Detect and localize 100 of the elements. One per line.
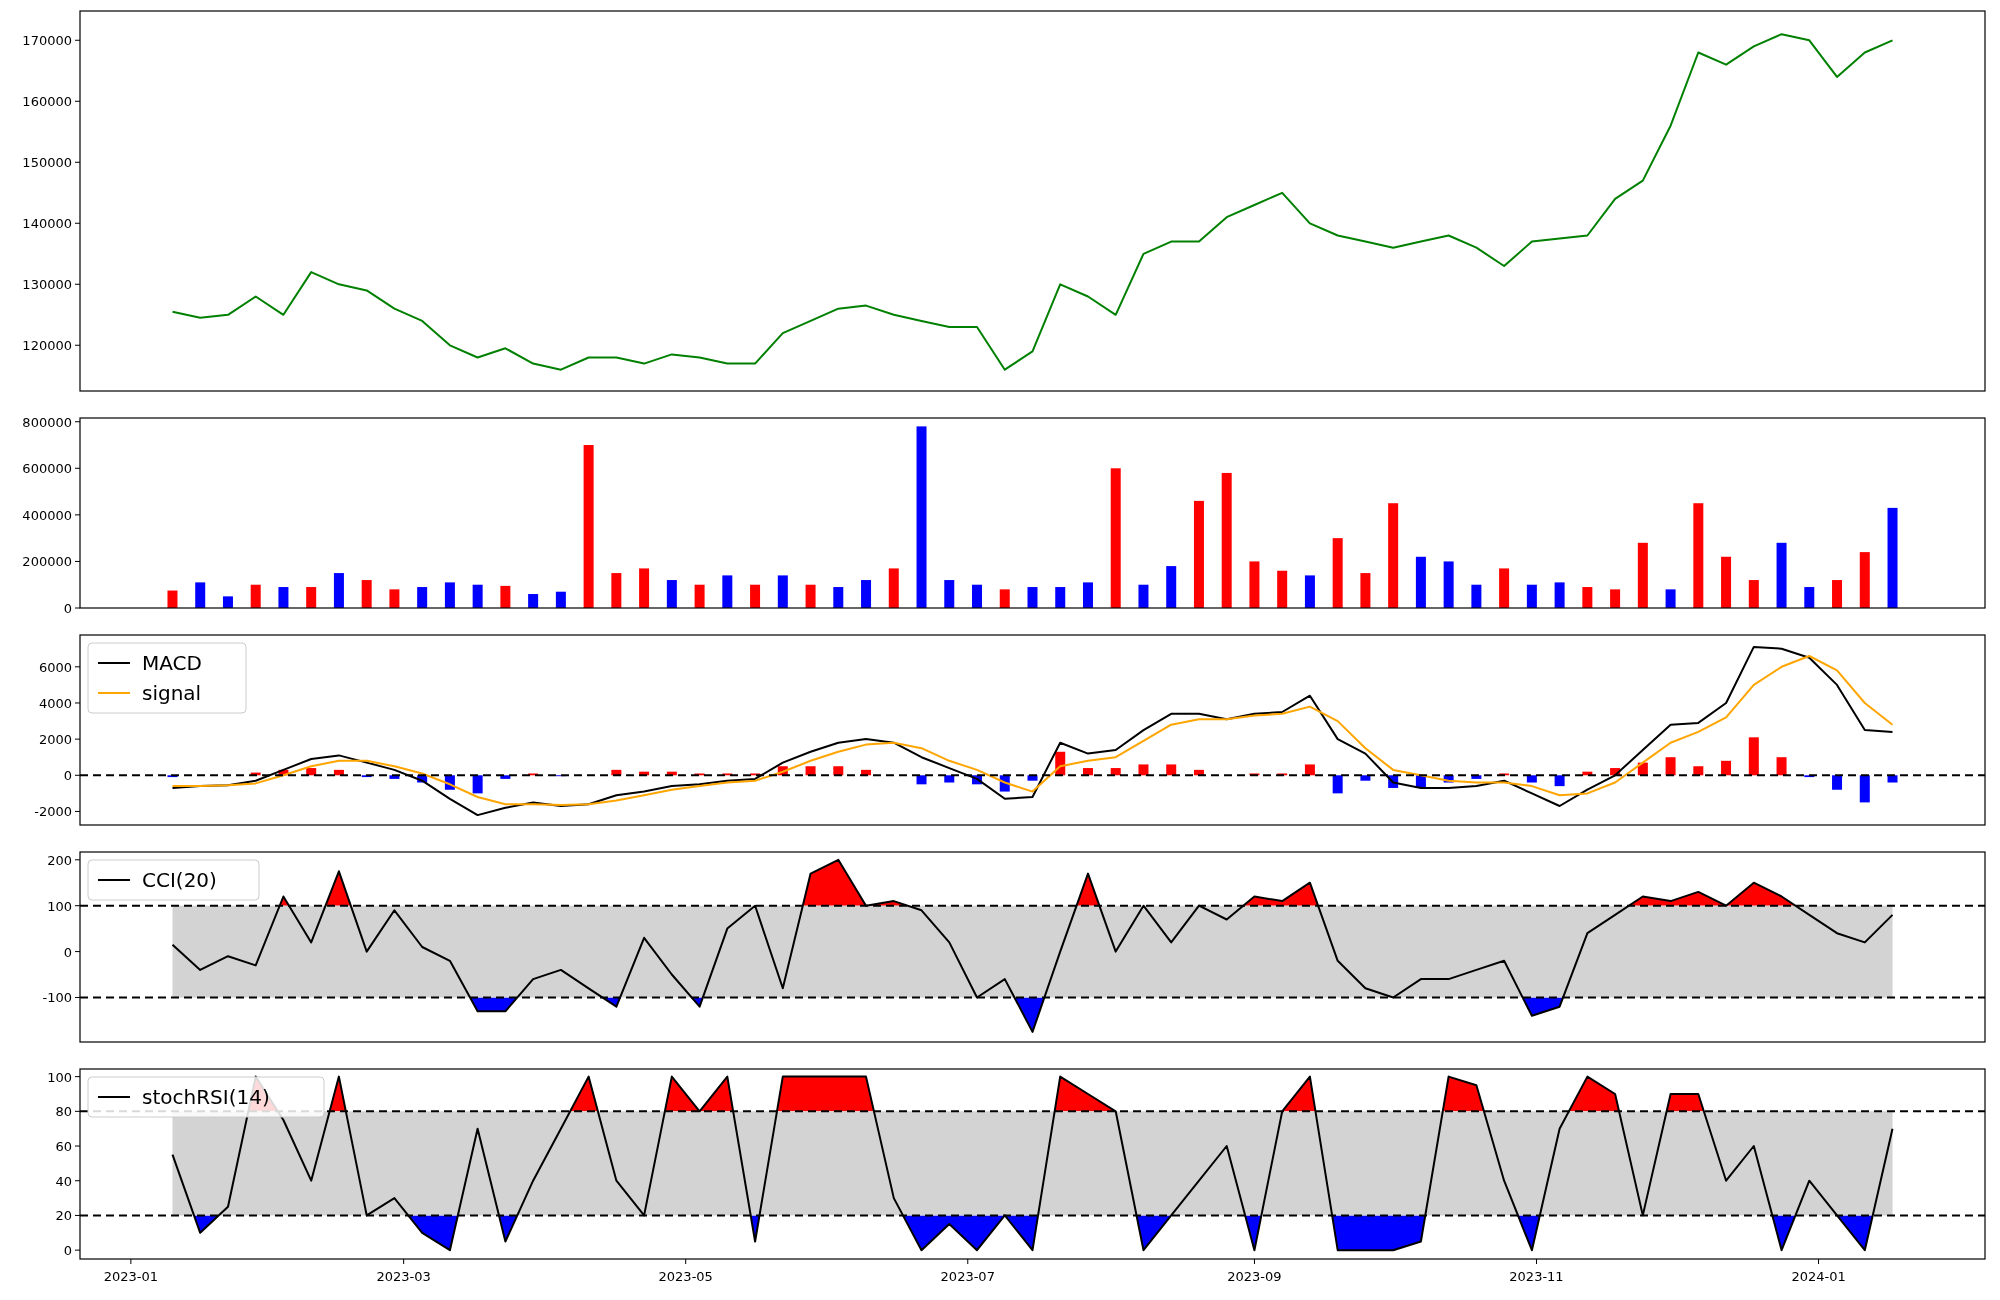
data-bar <box>639 568 650 608</box>
y-tick-label: 0 <box>63 1243 72 1259</box>
data-bar <box>972 775 982 785</box>
data-bar <box>1665 589 1676 608</box>
data-bar <box>694 773 705 776</box>
data-bar <box>1859 775 1870 803</box>
data-bar <box>1110 768 1121 776</box>
data-bar <box>1748 580 1759 608</box>
data-bar <box>666 771 677 776</box>
data-bar <box>1499 773 1510 776</box>
data-bar <box>1832 775 1843 790</box>
y-tick-label: 20 <box>55 1208 72 1224</box>
data-bar <box>1582 771 1593 776</box>
y-tick-label: 2000 <box>38 732 72 748</box>
data-bar <box>1055 587 1066 608</box>
data-bar <box>1304 575 1315 608</box>
y-tick-label: 60 <box>55 1139 72 1155</box>
x-tick-label: 2023-03 <box>376 1269 431 1284</box>
data-bar <box>1582 587 1593 608</box>
data-bar <box>278 769 289 776</box>
data-bar <box>1804 775 1815 778</box>
data-bar <box>1776 542 1787 608</box>
data-bar <box>528 594 539 608</box>
data-bar <box>944 580 955 608</box>
y-tick-label: 140000 <box>22 216 72 232</box>
data-bar <box>1027 587 1038 608</box>
data-bar <box>1832 580 1843 608</box>
legend-label: CCI(20) <box>142 868 217 892</box>
legend-label: signal <box>142 681 202 705</box>
y-tick-label: 0 <box>63 768 72 784</box>
data-bar <box>1166 566 1177 608</box>
data-bar <box>999 589 1010 608</box>
data-bar <box>1277 570 1288 608</box>
data-bar <box>250 772 261 776</box>
data-bar <box>1360 775 1371 781</box>
data-bar <box>861 769 872 776</box>
data-bar <box>1693 766 1704 776</box>
data-bar <box>722 773 733 776</box>
data-bar <box>306 587 317 608</box>
data-bar <box>333 769 344 776</box>
data-bar <box>361 580 372 608</box>
y-tick-label: 80 <box>55 1104 72 1120</box>
data-bar <box>167 775 178 778</box>
x-tick-label: 2023-07 <box>940 1269 995 1284</box>
data-bar <box>1443 561 1454 608</box>
y-tick-label: 40 <box>55 1173 72 1189</box>
data-bar <box>777 766 788 776</box>
y-tick-label: 0 <box>63 944 72 960</box>
x-tick-label: 2023-05 <box>658 1269 713 1284</box>
data-bar <box>1166 764 1177 776</box>
data-bar <box>1471 584 1482 608</box>
data-bar <box>472 584 483 608</box>
data-bar <box>833 766 844 776</box>
data-bar <box>1554 775 1565 787</box>
data-bar <box>1415 775 1426 788</box>
data-bar <box>1499 568 1510 608</box>
data-bar <box>417 587 428 608</box>
y-tick-label: 400000 <box>22 507 72 523</box>
y-tick-label: 120000 <box>22 338 72 354</box>
data-bar <box>694 584 705 608</box>
data-bar <box>1083 768 1093 776</box>
y-tick-label: -100 <box>42 990 72 1006</box>
data-bar <box>805 584 816 608</box>
data-bar <box>1721 760 1732 776</box>
data-bar <box>500 775 511 779</box>
legend-label: stochRSI(14) <box>142 1085 270 1109</box>
x-tick-label: 2024-01 <box>1791 1269 1846 1284</box>
data-bar <box>916 775 927 785</box>
data-bar <box>1721 556 1732 608</box>
data-bar <box>278 587 289 608</box>
y-tick-label: 0 <box>63 601 72 616</box>
data-bar <box>1526 584 1537 608</box>
data-bar <box>333 573 344 608</box>
y-tick-label: 160000 <box>22 94 72 110</box>
data-bar <box>750 773 761 776</box>
data-bar <box>1027 775 1038 781</box>
x-tick-label: 2023-01 <box>103 1269 159 1284</box>
data-bar <box>888 568 899 608</box>
data-bar <box>1610 589 1621 608</box>
data-bar <box>972 584 982 608</box>
data-bar <box>444 582 455 608</box>
data-bar <box>1249 561 1260 608</box>
data-bar <box>611 769 622 776</box>
data-bar <box>389 775 400 779</box>
data-bar <box>555 591 566 608</box>
data-bar <box>167 590 178 608</box>
y-tick-label: 100 <box>47 1069 72 1085</box>
y-tick-label: 200000 <box>22 554 72 570</box>
y-tick-label: 4000 <box>38 695 72 711</box>
data-bar <box>999 775 1010 792</box>
y-tick-label: 200 <box>47 852 72 868</box>
x-tick-label: 2023-09 <box>1227 1269 1282 1284</box>
y-tick-label: -2000 <box>34 804 72 820</box>
data-bar <box>1665 757 1676 776</box>
data-bar <box>389 589 400 608</box>
data-bar <box>1277 773 1288 776</box>
data-bar <box>1193 769 1204 776</box>
data-bar <box>528 773 539 776</box>
data-bar <box>361 775 372 778</box>
data-bar <box>195 582 206 608</box>
